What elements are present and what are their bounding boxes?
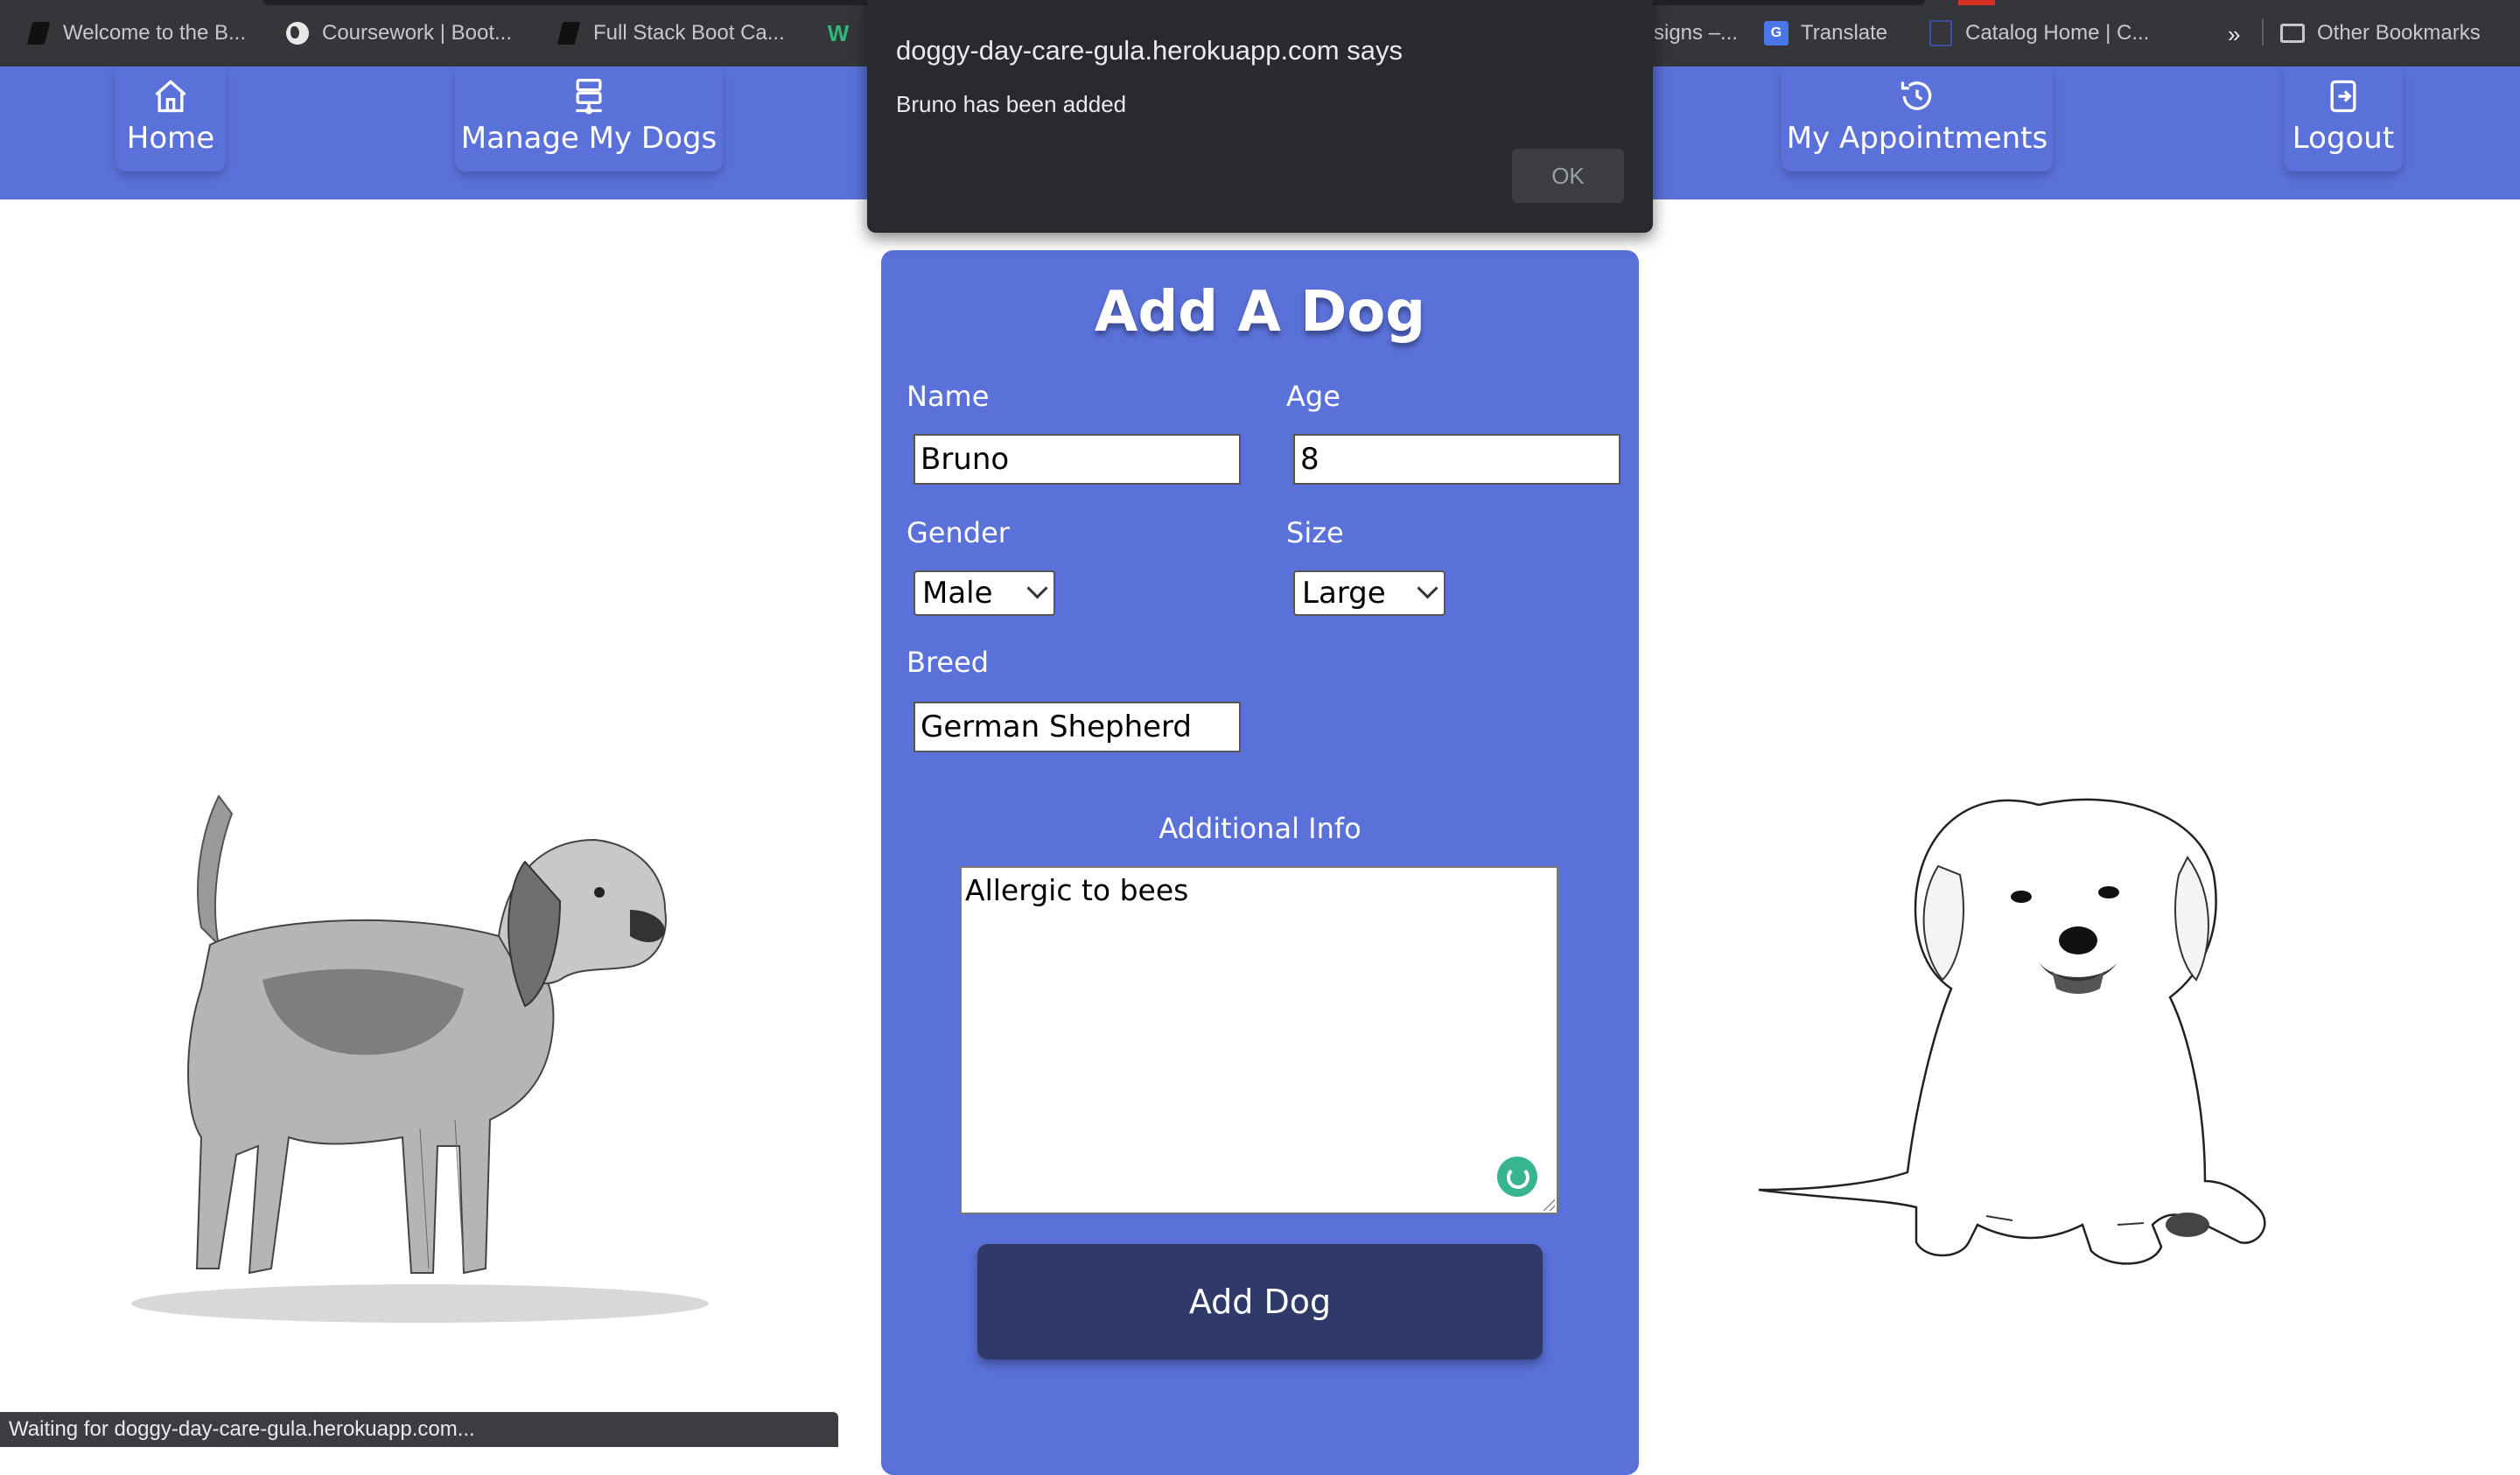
- name-label: Name: [906, 380, 990, 413]
- grammarly-icon[interactable]: [1497, 1157, 1537, 1197]
- gender-select[interactable]: Male: [914, 570, 1055, 616]
- logout-icon: [2330, 80, 2356, 113]
- catalog-icon: [1928, 20, 1953, 46]
- chevron-down-icon: [1026, 577, 1048, 599]
- nav-appointments-label: My Appointments: [1786, 121, 2048, 156]
- globe-icon: [285, 21, 310, 45]
- resize-handle-icon[interactable]: [1543, 1199, 1555, 1211]
- bookmark-item[interactable]: G Translate: [1764, 21, 1887, 45]
- dialog-ok-button[interactable]: OK: [1512, 149, 1624, 203]
- size-select[interactable]: Large: [1293, 570, 1446, 616]
- nav-appointments-button[interactable]: My Appointments: [1782, 66, 2053, 171]
- additional-info-textarea[interactable]: Allergic to bees: [960, 866, 1558, 1214]
- overflow-chevron-icon: »: [2228, 21, 2241, 47]
- age-input[interactable]: 8: [1293, 434, 1620, 485]
- bookmark-item[interactable]: W: [826, 19, 850, 46]
- bookmark-item[interactable]: Coursework | Boot...: [285, 21, 512, 45]
- age-label: Age: [1286, 380, 1340, 413]
- bookmarks-overflow-button[interactable]: »: [2228, 21, 2240, 48]
- bookmark-label: Full Stack Boot Ca...: [593, 21, 785, 45]
- bookmark-label: Other Bookmarks: [2317, 21, 2481, 45]
- nav-home-label: Home: [126, 121, 215, 156]
- w-icon: W: [827, 19, 850, 46]
- nav-manage-label: Manage My Dogs: [460, 121, 718, 156]
- beagle-sketch-image: [131, 794, 709, 1323]
- bookmark-label: Translate: [1801, 21, 1888, 45]
- tab-indicator: [1958, 0, 1995, 5]
- other-bookmarks-button[interactable]: Other Bookmarks: [2280, 21, 2481, 45]
- add-dog-card: Add A Dog Name Bruno Age 8 Gender Male S…: [881, 250, 1639, 1475]
- history-icon: [1900, 81, 1932, 110]
- book-icon: [26, 21, 51, 45]
- browser-status-bar: Waiting for doggy-day-care-gula.herokuap…: [0, 1412, 838, 1447]
- bookmarks-divider: [2262, 19, 2264, 45]
- bookmark-item[interactable]: Full Stack Boot Ca...: [556, 21, 785, 45]
- breed-input[interactable]: German Shepherd: [914, 702, 1241, 752]
- server-icon: [576, 79, 602, 115]
- page-title: Add A Dog: [1094, 280, 1426, 345]
- nav-logout-button[interactable]: Logout: [2284, 66, 2403, 171]
- nav-home-button[interactable]: Home: [116, 66, 226, 171]
- dialog-message: Bruno has been added: [896, 91, 1127, 117]
- bookmark-item[interactable]: Catalog Home | C...: [1928, 20, 2150, 46]
- breed-label: Breed: [906, 646, 990, 679]
- bookmark-label: signs –...: [1654, 21, 1739, 45]
- additional-info-text: Allergic to bees: [965, 873, 1189, 907]
- nav-manage-dogs-button[interactable]: Manage My Dogs: [455, 66, 723, 171]
- bookmark-label: Welcome to the B...: [63, 21, 246, 45]
- bookmark-label: Catalog Home | C...: [1965, 21, 2150, 45]
- gender-label: Gender: [906, 516, 1010, 549]
- gender-select-value: Male: [922, 576, 993, 611]
- bookmark-label: Coursework | Boot...: [322, 21, 512, 45]
- home-icon: [155, 80, 186, 113]
- size-label: Size: [1286, 516, 1344, 549]
- bookmark-item[interactable]: Welcome to the B...: [26, 21, 246, 45]
- folder-icon: [2280, 21, 2305, 45]
- additional-info-label: Additional Info: [1158, 812, 1362, 845]
- chevron-down-icon: [1417, 577, 1438, 599]
- alert-dialog: doggy-day-care-gula.herokuapp.com says B…: [867, 0, 1653, 233]
- add-dog-button[interactable]: Add Dog: [977, 1244, 1543, 1360]
- dialog-title: doggy-day-care-gula.herokuapp.com says: [896, 35, 1403, 66]
- name-input[interactable]: Bruno: [914, 434, 1241, 485]
- size-select-value: Large: [1302, 576, 1386, 611]
- puppy-sketch-image: [1758, 798, 2266, 1265]
- translate-icon: G: [1764, 21, 1788, 45]
- book-icon: [556, 21, 581, 45]
- bookmark-item[interactable]: signs –...: [1654, 21, 1738, 45]
- nav-logout-label: Logout: [2292, 121, 2395, 156]
